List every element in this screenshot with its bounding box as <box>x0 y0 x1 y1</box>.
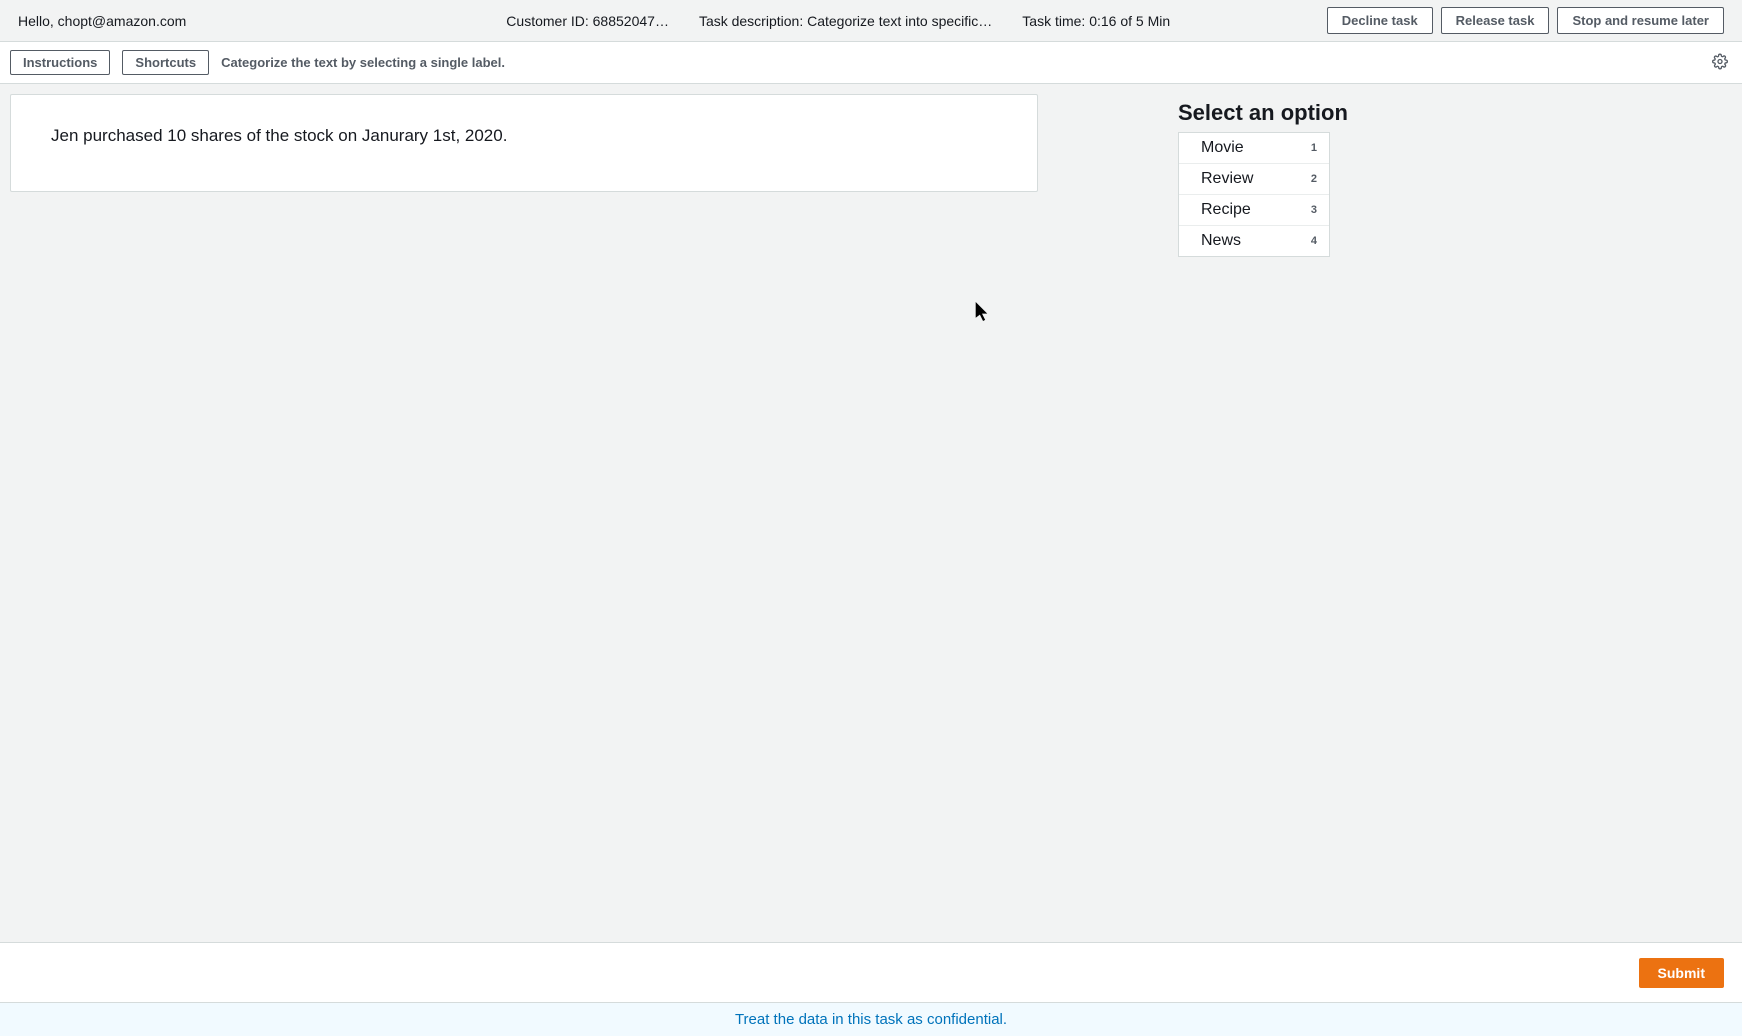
header-meta: Customer ID: 68852047… Task description:… <box>506 13 1170 29</box>
shortcuts-button[interactable]: Shortcuts <box>122 50 209 75</box>
options-title: Select an option <box>1178 100 1348 126</box>
confidential-banner: Treat the data in this task as confident… <box>0 1002 1742 1036</box>
option-label: Movie <box>1201 139 1244 157</box>
stop-resume-button[interactable]: Stop and resume later <box>1557 7 1724 34</box>
option-news[interactable]: News 4 <box>1179 226 1329 256</box>
release-task-button[interactable]: Release task <box>1441 7 1550 34</box>
toolbar-hint: Categorize the text by selecting a singl… <box>221 55 505 70</box>
instructions-button[interactable]: Instructions <box>10 50 110 75</box>
option-key: 3 <box>1311 204 1317 216</box>
greeting-text: Hello, chopt@amazon.com <box>18 13 186 29</box>
option-key: 4 <box>1311 235 1317 247</box>
submit-button[interactable]: Submit <box>1639 958 1724 988</box>
option-review[interactable]: Review 2 <box>1179 164 1329 195</box>
option-key: 1 <box>1311 142 1317 154</box>
footer-bar: Submit <box>0 942 1742 1002</box>
option-key: 2 <box>1311 173 1317 185</box>
header-actions: Decline task Release task Stop and resum… <box>1327 7 1724 34</box>
option-list: Movie 1 Review 2 Recipe 3 News 4 <box>1178 132 1330 257</box>
option-label: Review <box>1201 170 1253 188</box>
options-panel: Select an option Movie 1 Review 2 Recipe… <box>1178 100 1348 257</box>
task-text-card: Jen purchased 10 shares of the stock on … <box>10 94 1038 192</box>
option-label: Recipe <box>1201 201 1251 219</box>
task-text: Jen purchased 10 shares of the stock on … <box>51 126 507 145</box>
option-recipe[interactable]: Recipe 3 <box>1179 195 1329 226</box>
confidential-text: Treat the data in this task as confident… <box>735 1011 1007 1028</box>
decline-task-button[interactable]: Decline task <box>1327 7 1433 34</box>
settings-icon[interactable] <box>1712 53 1728 72</box>
sub-toolbar: Instructions Shortcuts Categorize the te… <box>0 42 1742 84</box>
option-label: News <box>1201 232 1241 250</box>
task-description: Task description: Categorize text into s… <box>699 13 992 29</box>
task-time: Task time: 0:16 of 5 Min <box>1022 13 1170 29</box>
option-movie[interactable]: Movie 1 <box>1179 133 1329 164</box>
customer-id: Customer ID: 68852047… <box>506 13 669 29</box>
top-header: Hello, chopt@amazon.com Customer ID: 688… <box>0 0 1742 42</box>
main-area: Jen purchased 10 shares of the stock on … <box>0 84 1742 942</box>
